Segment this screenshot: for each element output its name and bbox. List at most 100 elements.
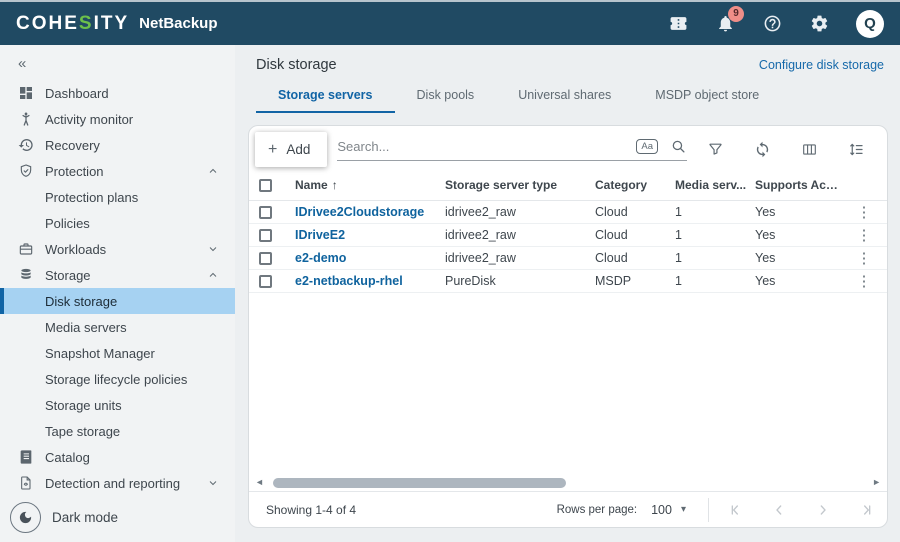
ticket-icon[interactable] [668,14,688,34]
sidebar-item-recovery[interactable]: Recovery [0,132,235,158]
storage-server-link[interactable]: e2-netbackup-rhel [295,274,445,288]
sort-ascending-icon: ↑ [332,178,338,192]
sidebar-item-tape-storage[interactable]: Tape storage [0,418,235,444]
horizontal-scrollbar: ◄ ► [249,474,887,491]
tab-disk-pools[interactable]: Disk pools [395,88,497,113]
storage-server-link[interactable]: e2-demo [295,251,445,265]
search-bar: Aa [337,138,687,161]
previous-page-icon[interactable] [771,502,787,518]
sidebar-item-detection-and-reporting[interactable]: Detection and reporting [0,470,235,496]
sidebar-item-dashboard[interactable]: Dashboard [0,80,235,106]
chevron-up-icon [207,269,219,281]
add-button-label: Add [286,142,310,157]
storage-server-link[interactable]: IDrivee2Cloudstorage [295,205,445,219]
rows-per-page-select[interactable]: 100 ▾ [651,503,686,517]
row-actions-kebab-icon[interactable]: ⋮ [849,249,879,267]
filter-icon[interactable] [707,141,724,158]
cell-type: idrivee2_raw [445,228,595,242]
row-checkbox[interactable] [259,229,272,242]
sidebar-item-label: Storage units [45,398,122,413]
sidebar-item-label: Workloads [45,242,106,257]
sidebar-item-media-servers[interactable]: Media servers [0,314,235,340]
sidebar-item-storage-units[interactable]: Storage units [0,392,235,418]
sidebar-item-activity-monitor[interactable]: Activity monitor [0,106,235,132]
row-checkbox[interactable] [259,275,272,288]
scroll-right-icon[interactable]: ► [872,478,881,487]
column-header-accelerator[interactable]: Supports Accelerator [755,178,849,192]
sidebar-item-label: Media servers [45,320,127,335]
page-title: Disk storage [256,57,337,73]
tab-universal-shares[interactable]: Universal shares [496,88,633,113]
settings-gear-icon[interactable] [809,14,829,34]
sidebar-item-label: Storage [45,268,91,283]
column-header-media-servers[interactable]: Media serv... [675,178,755,192]
cell-type: idrivee2_raw [445,205,595,219]
table-footer: Showing 1-4 of 4 Rows per page: 100 ▾ [249,491,887,527]
select-all-checkbox[interactable] [259,179,272,192]
help-icon[interactable] [762,14,782,34]
cell-accelerator: Yes [755,274,849,288]
sidebar-item-storage-lifecycle-policies[interactable]: Storage lifecycle policies [0,366,235,392]
column-header-type[interactable]: Storage server type [445,178,595,192]
columns-icon[interactable] [801,141,818,158]
sidebar-item-policies[interactable]: Policies [0,210,235,236]
chevron-up-icon [207,165,219,177]
sidebar-item-label: Detection and reporting [45,476,180,491]
showing-count-label: Showing 1-4 of 4 [266,503,356,517]
sidebar-item-protection-plans[interactable]: Protection plans [0,184,235,210]
configure-disk-storage-link[interactable]: Configure disk storage [759,58,884,72]
storage-server-link[interactable]: IDriveE2 [295,228,445,242]
tab-msdp-object-store[interactable]: MSDP object store [633,88,781,113]
notifications-bell-icon[interactable]: 9 [715,14,735,34]
brand-green-s: S [79,13,94,34]
tab-storage-servers[interactable]: Storage servers [256,88,395,113]
refresh-icon[interactable] [754,141,771,158]
search-icon[interactable] [670,138,687,155]
search-input[interactable] [337,139,636,154]
scroll-left-icon[interactable]: ◄ [255,478,264,487]
sidebar-item-snapshot-manager[interactable]: Snapshot Manager [0,340,235,366]
sidebar-item-label: Recovery [45,138,100,153]
sidebar-item-storage[interactable]: Storage [0,262,235,288]
table-header-row: Name↑ Storage server type Category Media… [249,170,887,201]
next-page-icon[interactable] [815,502,831,518]
cell-type: idrivee2_raw [445,251,595,265]
last-page-icon[interactable] [859,502,875,518]
sidebar-collapse-icon[interactable]: « [0,53,235,80]
sidebar-item-label: Protection plans [45,190,138,205]
row-actions-kebab-icon[interactable]: ⋮ [849,226,879,244]
row-checkbox[interactable] [259,252,272,265]
rows-per-page-label: Rows per page: [557,504,638,516]
cell-category: Cloud [595,228,675,242]
sidebar-item-label: Protection [45,164,104,179]
sidebar-item-workloads[interactable]: Workloads [0,236,235,262]
row-density-icon[interactable] [848,141,865,158]
column-header-category[interactable]: Category [595,178,675,192]
cell-category: MSDP [595,274,675,288]
add-button[interactable]: + Add [255,132,327,167]
row-checkbox[interactable] [259,206,272,219]
sidebar-item-label: Dashboard [45,86,109,101]
match-case-toggle[interactable]: Aa [636,139,658,154]
cell-type: PureDisk [445,274,595,288]
app-window: COHESITY NetBackup 9 Q « Dashbo [0,0,900,542]
scrollbar-thumb[interactable] [273,478,566,488]
chevron-down-icon [207,243,219,255]
sidebar-item-protection[interactable]: Protection [0,158,235,184]
table-toolbar: + Add Aa [249,126,887,170]
column-header-name[interactable]: Name↑ [295,178,445,192]
dark-mode-toggle[interactable]: Dark mode [0,502,235,533]
sidebar-item-disk-storage[interactable]: Disk storage [0,288,235,314]
top-bar: COHESITY NetBackup 9 Q [0,2,900,45]
row-actions-kebab-icon[interactable]: ⋮ [849,272,879,290]
sidebar-item-label: Activity monitor [45,112,133,127]
cell-category: Cloud [595,251,675,265]
sidebar: « Dashboard Activity monitor Recovery Pr… [0,45,235,542]
user-avatar[interactable]: Q [856,10,884,38]
row-actions-kebab-icon[interactable]: ⋮ [849,203,879,221]
main-content: Disk storage Configure disk storage Stor… [235,45,900,542]
sidebar-item-catalog[interactable]: Catalog [0,444,235,470]
scrollbar-track[interactable] [269,478,867,488]
cell-media-servers: 1 [675,228,755,242]
first-page-icon[interactable] [727,502,743,518]
